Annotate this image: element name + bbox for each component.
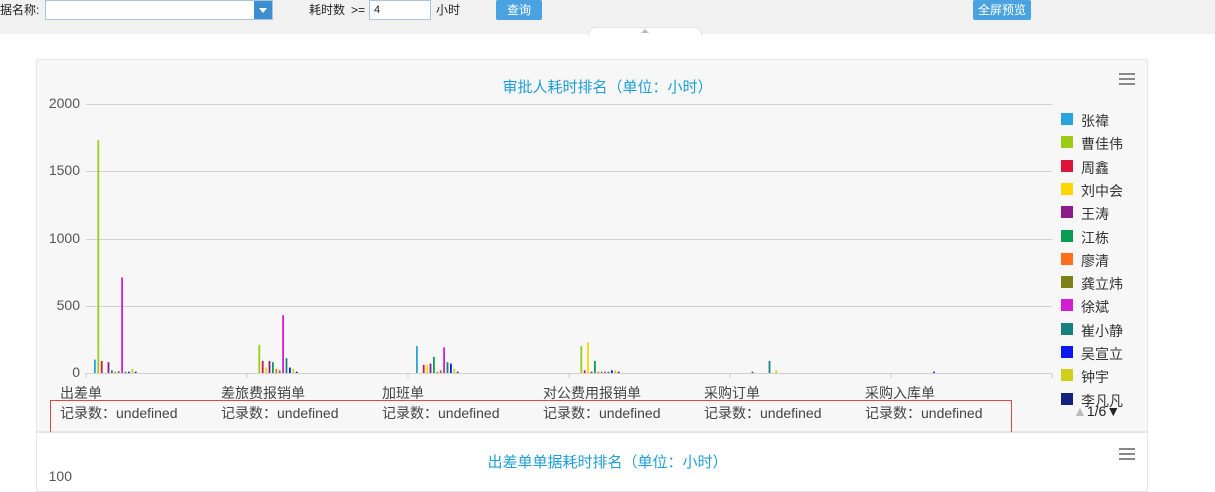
legend-swatch [1061, 346, 1073, 358]
bar[interactable] [94, 359, 96, 373]
bar[interactable] [611, 370, 613, 373]
legend-swatch [1061, 160, 1073, 172]
bar[interactable] [597, 371, 600, 373]
legend-label: 刘中会 [1081, 183, 1123, 199]
chart-title-2: 出差单单据耗时排名（单位：小时） [487, 454, 728, 471]
highlight-box [50, 400, 1012, 433]
bar[interactable] [114, 371, 117, 373]
bar[interactable] [134, 371, 137, 373]
bar[interactable] [439, 370, 442, 373]
bar[interactable] [289, 367, 291, 373]
legend-swatch [1061, 253, 1073, 265]
legend-label: 崔小静 [1081, 323, 1123, 339]
bar[interactable] [124, 371, 127, 373]
bar[interactable] [433, 356, 435, 373]
bar[interactable] [446, 362, 449, 373]
bar[interactable] [429, 363, 432, 373]
bar[interactable] [107, 362, 110, 373]
page-indicator: 1/6 [1086, 403, 1107, 419]
bar[interactable] [590, 371, 593, 373]
bar[interactable] [436, 371, 439, 373]
bar[interactable] [422, 364, 425, 373]
bar[interactable] [278, 370, 281, 373]
bar[interactable] [131, 369, 134, 373]
bar[interactable] [268, 360, 271, 373]
bar[interactable] [600, 371, 603, 373]
bar[interactable] [768, 360, 771, 373]
legend-label: 张禕 [1081, 113, 1109, 129]
bar[interactable] [121, 277, 123, 374]
bar[interactable] [285, 358, 288, 373]
legend-swatch [1061, 276, 1073, 288]
bar[interactable] [583, 370, 586, 373]
legend-label: 钟宇 [1081, 369, 1109, 385]
hamburger-menu-icon[interactable] [1119, 448, 1135, 460]
bar[interactable] [587, 342, 589, 373]
bar[interactable] [272, 362, 274, 373]
bar[interactable] [933, 371, 935, 373]
bar[interactable] [97, 140, 100, 373]
bar[interactable] [617, 371, 620, 373]
bar[interactable] [282, 315, 284, 373]
bar[interactable] [111, 370, 113, 373]
legend-swatch [1061, 369, 1073, 381]
legend-swatch [1061, 136, 1073, 148]
bar[interactable] [100, 360, 103, 373]
legend-label: 曹佳伟 [1081, 136, 1123, 152]
bar[interactable] [292, 369, 295, 373]
legend-swatch [1061, 323, 1073, 335]
bar[interactable] [594, 360, 596, 373]
bar[interactable] [261, 360, 264, 373]
legend-label: 江栋 [1081, 230, 1109, 246]
triangle-down-icon[interactable]: ▼ [1106, 403, 1120, 419]
bar[interactable] [614, 370, 617, 373]
legend-swatch [1061, 393, 1073, 405]
legend-label: 周鑫 [1081, 160, 1109, 176]
legend-swatch [1061, 206, 1073, 218]
bar[interactable] [265, 367, 267, 373]
legend-label: 徐斌 [1081, 299, 1109, 315]
bar[interactable] [775, 370, 778, 373]
legend-label: 吴宣立 [1081, 346, 1123, 362]
legend-swatch [1061, 230, 1073, 242]
bar[interactable] [426, 364, 428, 373]
legend-swatch [1061, 183, 1073, 195]
legend-label: 廖清 [1081, 253, 1109, 269]
bar[interactable] [117, 371, 120, 373]
y-tick-label: 100 [48, 468, 72, 484]
triangle-up-icon[interactable]: ▲ [1073, 403, 1087, 419]
bar[interactable] [456, 371, 459, 373]
bar[interactable] [416, 346, 418, 373]
bar[interactable] [453, 369, 456, 373]
bar[interactable] [604, 371, 606, 373]
bar[interactable] [295, 371, 298, 373]
legend-swatch [1061, 113, 1073, 125]
bar[interactable] [443, 347, 445, 373]
bar[interactable] [258, 344, 261, 373]
legend-pager: ▲1/6▼ [1073, 403, 1120, 419]
legend-label: 龚立炜 [1081, 276, 1123, 292]
bar[interactable] [275, 369, 278, 373]
bar[interactable] [580, 346, 583, 373]
bar[interactable] [751, 371, 754, 373]
bar[interactable] [450, 363, 452, 373]
legend-swatch [1061, 299, 1073, 311]
bar[interactable] [607, 371, 610, 373]
legend-label: 王涛 [1081, 206, 1109, 222]
bar[interactable] [128, 371, 130, 373]
